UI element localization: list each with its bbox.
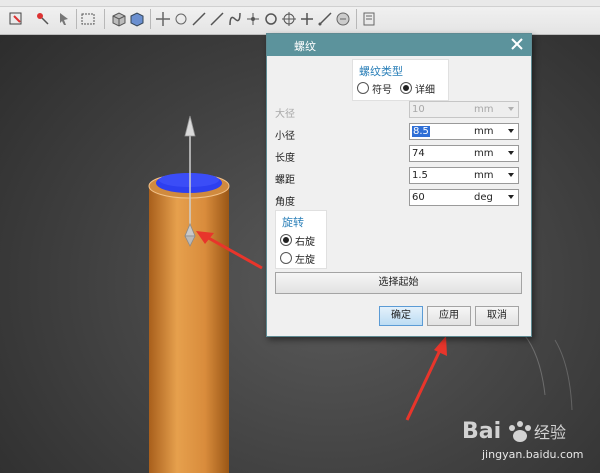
pitch-unit: mm xyxy=(474,170,494,181)
pitch-label: 螺距 xyxy=(275,175,295,186)
pointer-tool-icon[interactable] xyxy=(56,10,74,28)
rotate-icon[interactable] xyxy=(172,10,190,28)
radio-symbol[interactable]: 符号 xyxy=(357,81,401,96)
arc-tool-icon[interactable] xyxy=(208,10,226,28)
major-diameter-label: 大径 xyxy=(275,109,295,120)
thread-type-title: 螺纹类型 xyxy=(359,65,403,78)
major-diameter-value: 10 xyxy=(412,104,425,115)
chevron-down-icon[interactable] xyxy=(508,173,514,177)
radio-detailed-circle xyxy=(400,82,412,94)
thread-type-group: 螺纹类型 符号 详细 xyxy=(352,59,449,101)
view-cube-icon[interactable] xyxy=(110,10,128,28)
target-icon[interactable] xyxy=(280,10,298,28)
measure-icon[interactable] xyxy=(316,10,334,28)
toolbar-top-strip xyxy=(0,0,600,7)
snap-point-icon[interactable] xyxy=(34,10,52,28)
chevron-down-icon xyxy=(508,107,514,111)
angle-value: 60 xyxy=(412,192,425,203)
radio-right-hand-circle xyxy=(280,234,292,246)
apply-button[interactable]: 应用 xyxy=(427,306,471,326)
main-toolbar xyxy=(0,0,600,35)
length-field[interactable]: 74 mm xyxy=(409,145,519,162)
circle-tool-icon[interactable] xyxy=(262,10,280,28)
select-filter-icon[interactable] xyxy=(8,10,26,28)
angle-field[interactable]: 60 deg xyxy=(409,189,519,206)
minor-diameter-unit: mm xyxy=(474,126,494,137)
chevron-down-icon[interactable] xyxy=(508,195,514,199)
minor-diameter-field[interactable]: 8.5 mm xyxy=(409,123,519,140)
radio-detailed[interactable]: 详细 xyxy=(400,81,444,96)
pitch-field[interactable]: 1.5 mm xyxy=(409,167,519,184)
close-icon[interactable] xyxy=(509,36,525,52)
svg-text:经验: 经验 xyxy=(534,423,566,442)
pitch-value: 1.5 xyxy=(412,170,428,181)
plus-icon[interactable] xyxy=(298,10,316,28)
radio-right-hand-label: 右旋 xyxy=(295,237,315,248)
radio-left-hand-circle xyxy=(280,252,292,264)
render-style-icon[interactable] xyxy=(334,10,352,28)
watermark-url: jingyan.baidu.com xyxy=(482,448,584,461)
major-diameter-field[interactable]: 10 mm xyxy=(409,101,519,118)
dialog-title: 螺纹 xyxy=(294,40,316,53)
svg-text:Bai: Bai xyxy=(462,419,501,444)
ok-button[interactable]: 确定 xyxy=(379,306,423,326)
radio-right-hand[interactable]: 右旋 xyxy=(280,233,324,248)
annotation-arrow-2 xyxy=(405,336,447,421)
dialog-titlebar[interactable]: 螺纹 xyxy=(267,34,531,56)
move-icon[interactable] xyxy=(154,10,172,28)
cancel-button[interactable]: 取消 xyxy=(475,306,519,326)
radio-detailed-label: 详细 xyxy=(415,85,435,96)
chevron-down-icon[interactable] xyxy=(508,151,514,155)
select-start-button[interactable]: 选择起始 xyxy=(275,272,522,294)
length-label: 长度 xyxy=(275,153,295,164)
rotation-group: 旋转 右旋 左旋 xyxy=(275,210,327,269)
minor-diameter-label: 小径 xyxy=(275,131,295,142)
chevron-down-icon[interactable] xyxy=(508,129,514,133)
spline-tool-icon[interactable] xyxy=(226,10,244,28)
radio-symbol-circle xyxy=(357,82,369,94)
length-value: 74 xyxy=(412,148,425,159)
rotation-title: 旋转 xyxy=(282,216,304,229)
length-unit: mm xyxy=(474,148,494,159)
angle-unit: deg xyxy=(474,192,493,203)
minor-diameter-value: 8.5 xyxy=(412,126,430,137)
major-diameter-unit: mm xyxy=(474,104,494,115)
thread-dialog: 螺纹 螺纹类型 符号 详细 大径 10 mm 小径 8.5 mm 长度 74 m… xyxy=(266,33,532,337)
layer-icon[interactable] xyxy=(360,10,378,28)
shaded-view-icon[interactable] xyxy=(128,10,146,28)
point-tool-icon[interactable] xyxy=(244,10,262,28)
rect-select-icon[interactable] xyxy=(80,10,98,28)
radio-symbol-label: 符号 xyxy=(372,85,392,96)
radio-left-hand[interactable]: 左旋 xyxy=(280,251,324,266)
cylinder-body[interactable] xyxy=(148,173,230,473)
angle-label: 角度 xyxy=(275,197,295,208)
line-tool-icon[interactable] xyxy=(190,10,208,28)
radio-left-hand-label: 左旋 xyxy=(295,255,315,266)
